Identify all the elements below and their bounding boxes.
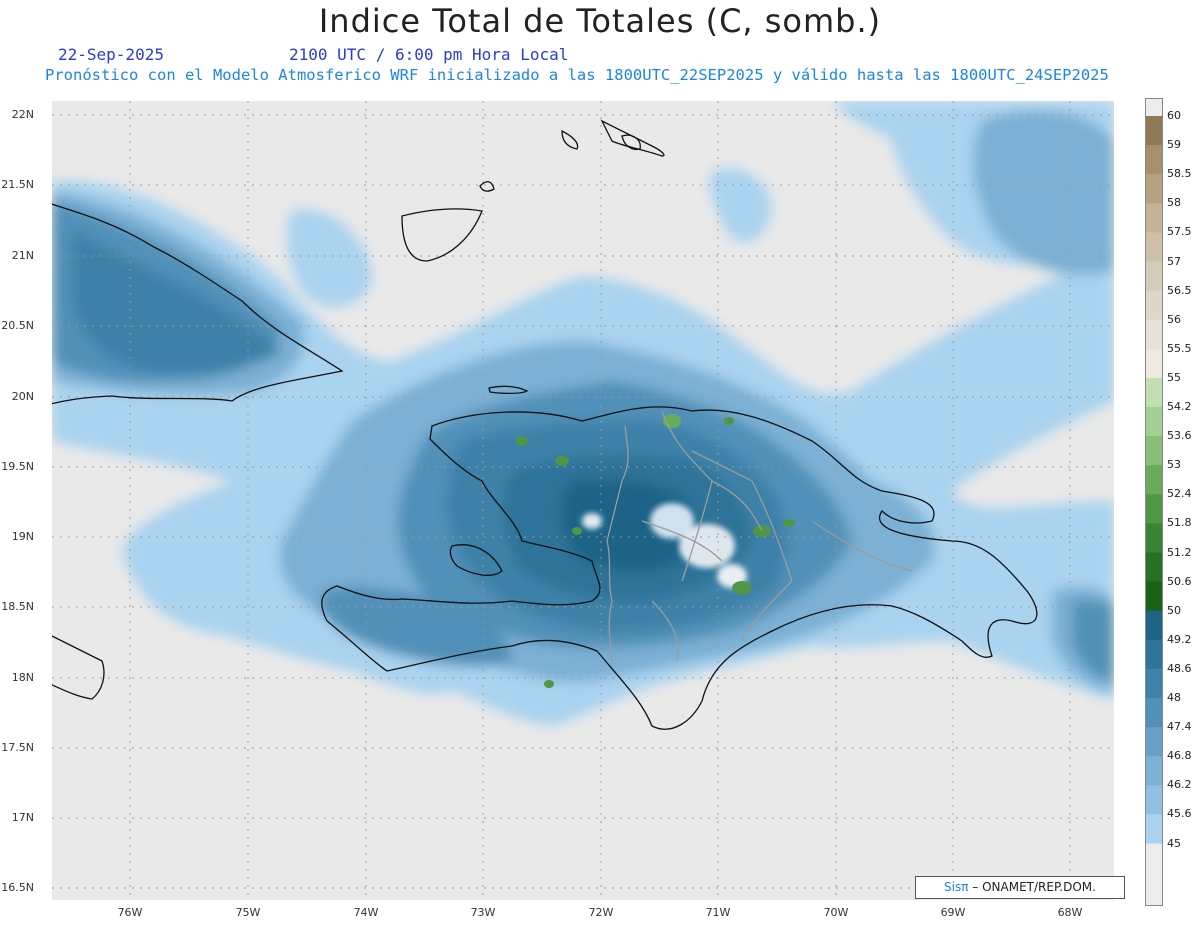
lat-label: 22N (11, 108, 34, 121)
lat-label: 18N (11, 671, 34, 684)
colorbar-label: 50.6 (1167, 574, 1192, 588)
lat-label: 16.5N (1, 881, 34, 894)
colorbar-cell (1145, 348, 1163, 379)
colorbar-label: 55.5 (1167, 341, 1192, 355)
colorbar-label: 57.5 (1167, 225, 1192, 239)
colorbar-cell (1145, 319, 1163, 350)
lat-label: 17N (11, 811, 34, 824)
colorbar-cell (1145, 756, 1163, 786)
colorbar-cell (1145, 785, 1163, 815)
colorbar-label: 45.6 (1167, 807, 1192, 821)
colorbar-label: 53.6 (1167, 429, 1192, 443)
credit-text: – ONAMET/REP.DOM. (972, 880, 1096, 894)
colorbar-label: 56.5 (1167, 283, 1192, 297)
lon-label: 69W (940, 906, 966, 919)
colorbar-cell (1145, 203, 1163, 233)
colorbar (1145, 98, 1163, 906)
brand-logo: Sisπ (944, 880, 969, 894)
colorbar-cell (1145, 523, 1163, 554)
lon-label: 75W (235, 906, 261, 919)
colorbar-cell (1145, 552, 1163, 583)
colorbar-cell (1145, 610, 1163, 641)
lon-label: 71W (705, 906, 731, 919)
colorbar-label: 55 (1167, 370, 1181, 384)
colorbar-cell (1145, 116, 1163, 146)
lat-label: 19N (11, 530, 34, 543)
colorbar-cell (1145, 174, 1163, 204)
colorbar-label: 51.2 (1167, 545, 1192, 559)
lat-label: 20.5N (1, 319, 34, 332)
colorbar-cell (1145, 668, 1163, 699)
colorbar-label: 52.4 (1167, 487, 1192, 501)
forecast-description: Pronóstico con el Modelo Atmosferico WRF… (45, 66, 1109, 84)
colorbar-cell (1145, 639, 1163, 670)
credit-box: Sisπ – ONAMET/REP.DOM. (915, 876, 1125, 899)
colorbar-label: 47.4 (1167, 720, 1192, 734)
lon-label: 73W (470, 906, 496, 919)
colorbar-label: 51.8 (1167, 516, 1192, 530)
colorbar-cell (1145, 377, 1163, 408)
colorbar-cell (1145, 465, 1163, 495)
colorbar-label: 60 (1167, 109, 1181, 122)
lon-label: 72W (588, 906, 614, 919)
lon-label: 68W (1057, 906, 1083, 919)
colorbar-label: 58 (1167, 196, 1181, 210)
lat-label: 20N (11, 390, 34, 403)
map-canvas (41, 101, 1114, 900)
colorbar-label: 48.6 (1167, 661, 1192, 675)
weather-map (41, 101, 1114, 900)
lat-label: 21.5N (1, 178, 34, 191)
colorbar-cell (1145, 232, 1163, 263)
colorbar-cell (1145, 145, 1163, 175)
lon-label: 70W (823, 906, 849, 919)
lon-label: 76W (117, 906, 143, 919)
colorbar-label: 50 (1167, 603, 1181, 617)
colorbar-label: 56 (1167, 312, 1181, 326)
colorbar-label: 53 (1167, 458, 1181, 472)
lat-label: 17.5N (1, 741, 34, 754)
colorbar-label: 57 (1167, 254, 1181, 268)
colorbar-cell (1145, 727, 1163, 757)
colorbar-label: 59 (1167, 138, 1181, 152)
colorbar-cell (1145, 98, 1163, 118)
colorbar-label: 46.8 (1167, 749, 1192, 763)
colorbar-cell (1145, 436, 1163, 466)
colorbar-cell (1145, 261, 1163, 292)
colorbar-cell (1145, 581, 1163, 612)
colorbar-label: 49.2 (1167, 632, 1192, 646)
lat-label: 21N (11, 249, 34, 262)
map-title: Indice Total de Totales (C, somb.) (318, 2, 882, 40)
colorbar-label: 46.2 (1167, 778, 1192, 792)
colorbar-cell (1145, 814, 1163, 845)
colorbar-cell (1145, 290, 1163, 321)
colorbar-cell (1145, 698, 1163, 728)
colorbar-label: 54.2 (1167, 400, 1192, 413)
colorbar-label: 45 (1167, 836, 1181, 850)
colorbar-cell (1145, 494, 1163, 524)
colorbar-label: 58.5 (1167, 167, 1192, 181)
forecast-time: 2100 UTC / 6:00 pm Hora Local (289, 45, 569, 64)
colorbar-label: 48 (1167, 691, 1181, 704)
lon-label: 74W (353, 906, 379, 919)
colorbar-cell (1145, 407, 1163, 437)
forecast-date: 22-Sep-2025 (58, 45, 164, 64)
colorbar-cell (1145, 843, 1163, 906)
lat-label: 19.5N (1, 460, 34, 473)
lat-label: 18.5N (1, 600, 34, 613)
